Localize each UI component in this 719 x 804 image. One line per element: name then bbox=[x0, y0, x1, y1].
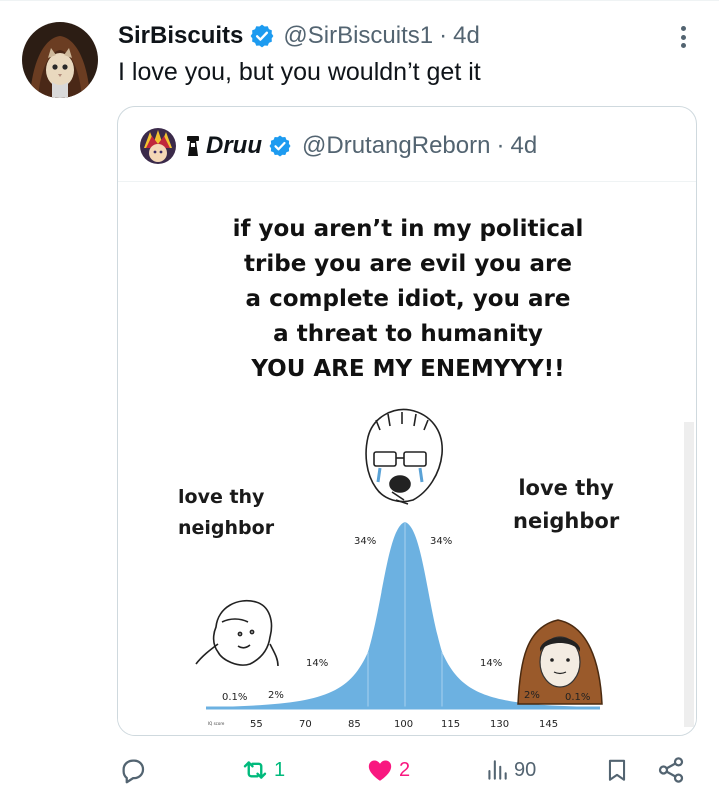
bar-chart-icon bbox=[484, 755, 510, 785]
retweet-icon bbox=[240, 755, 270, 785]
percent-label: 34% bbox=[354, 536, 376, 547]
action-bar: 1 2 90 bbox=[0, 750, 719, 790]
verified-badge-icon[interactable] bbox=[249, 23, 275, 49]
percent-label: 0.1% bbox=[222, 692, 247, 703]
share-button[interactable] bbox=[656, 750, 686, 790]
percent-label: 0.1% bbox=[565, 692, 590, 703]
percent-label: 2% bbox=[524, 690, 540, 701]
x-tick-label: 145 bbox=[539, 719, 558, 730]
quoted-tweet-card[interactable]: Druu @DrutangReborn · 4d if you aren’t i… bbox=[117, 106, 697, 736]
quoted-avatar bbox=[140, 128, 176, 164]
percent-label: 2% bbox=[268, 690, 284, 701]
quoted-tweet-header: Druu @DrutangReborn · 4d bbox=[140, 127, 537, 165]
more-options-icon[interactable] bbox=[674, 22, 692, 52]
percent-label: 34% bbox=[430, 536, 452, 547]
like-button[interactable]: 2 bbox=[365, 750, 410, 790]
x-tick-label: 55 bbox=[250, 719, 263, 730]
quoted-timestamp: 4d bbox=[510, 132, 538, 159]
percent-label: 14% bbox=[306, 658, 328, 669]
tweet-header: SirBiscuits @SirBiscuits1 · 4d bbox=[118, 18, 480, 54]
x-tick-label: 100 bbox=[394, 719, 413, 730]
retweet-button[interactable]: 1 bbox=[240, 750, 285, 790]
timestamp[interactable]: 4d bbox=[453, 22, 480, 50]
bookmark-button[interactable] bbox=[604, 750, 630, 790]
x-tick-label: 85 bbox=[348, 719, 361, 730]
reply-button[interactable] bbox=[118, 750, 148, 790]
views-button[interactable]: 90 bbox=[484, 750, 536, 790]
quoted-verified-badge-icon bbox=[268, 134, 292, 158]
view-count: 90 bbox=[514, 758, 537, 781]
tweet-text: I love you, but you wouldn’t get it bbox=[118, 58, 481, 86]
affiliate-badge-icon bbox=[182, 133, 204, 159]
iq-score-label: IQ score bbox=[208, 721, 225, 726]
handle[interactable]: @SirBiscuits1 bbox=[283, 22, 433, 50]
quoted-display-name[interactable]: Druu bbox=[206, 132, 262, 160]
display-name[interactable]: SirBiscuits bbox=[118, 22, 243, 50]
top-divider bbox=[0, 0, 719, 1]
separator-dot: · bbox=[439, 22, 448, 49]
percent-label: 14% bbox=[480, 658, 502, 669]
reply-icon bbox=[118, 755, 148, 785]
x-tick-label: 70 bbox=[299, 719, 312, 730]
quoted-separator-dot: · bbox=[496, 132, 505, 159]
chart-labels: 34% 34% 14% 14% 0.1% 2% 2% 0.1% IQ score… bbox=[208, 536, 590, 730]
share-icon bbox=[656, 755, 686, 785]
like-count: 2 bbox=[399, 758, 411, 781]
retweet-count: 1 bbox=[274, 758, 286, 781]
bookmark-icon bbox=[604, 755, 630, 785]
meme-image[interactable]: if you aren’t in my political tribe you … bbox=[118, 182, 696, 735]
x-tick-label: 130 bbox=[490, 719, 509, 730]
quoted-handle[interactable]: @DrutangReborn bbox=[302, 132, 490, 160]
heart-icon bbox=[365, 755, 395, 785]
avatar[interactable] bbox=[22, 22, 98, 98]
x-tick-label: 115 bbox=[441, 719, 460, 730]
